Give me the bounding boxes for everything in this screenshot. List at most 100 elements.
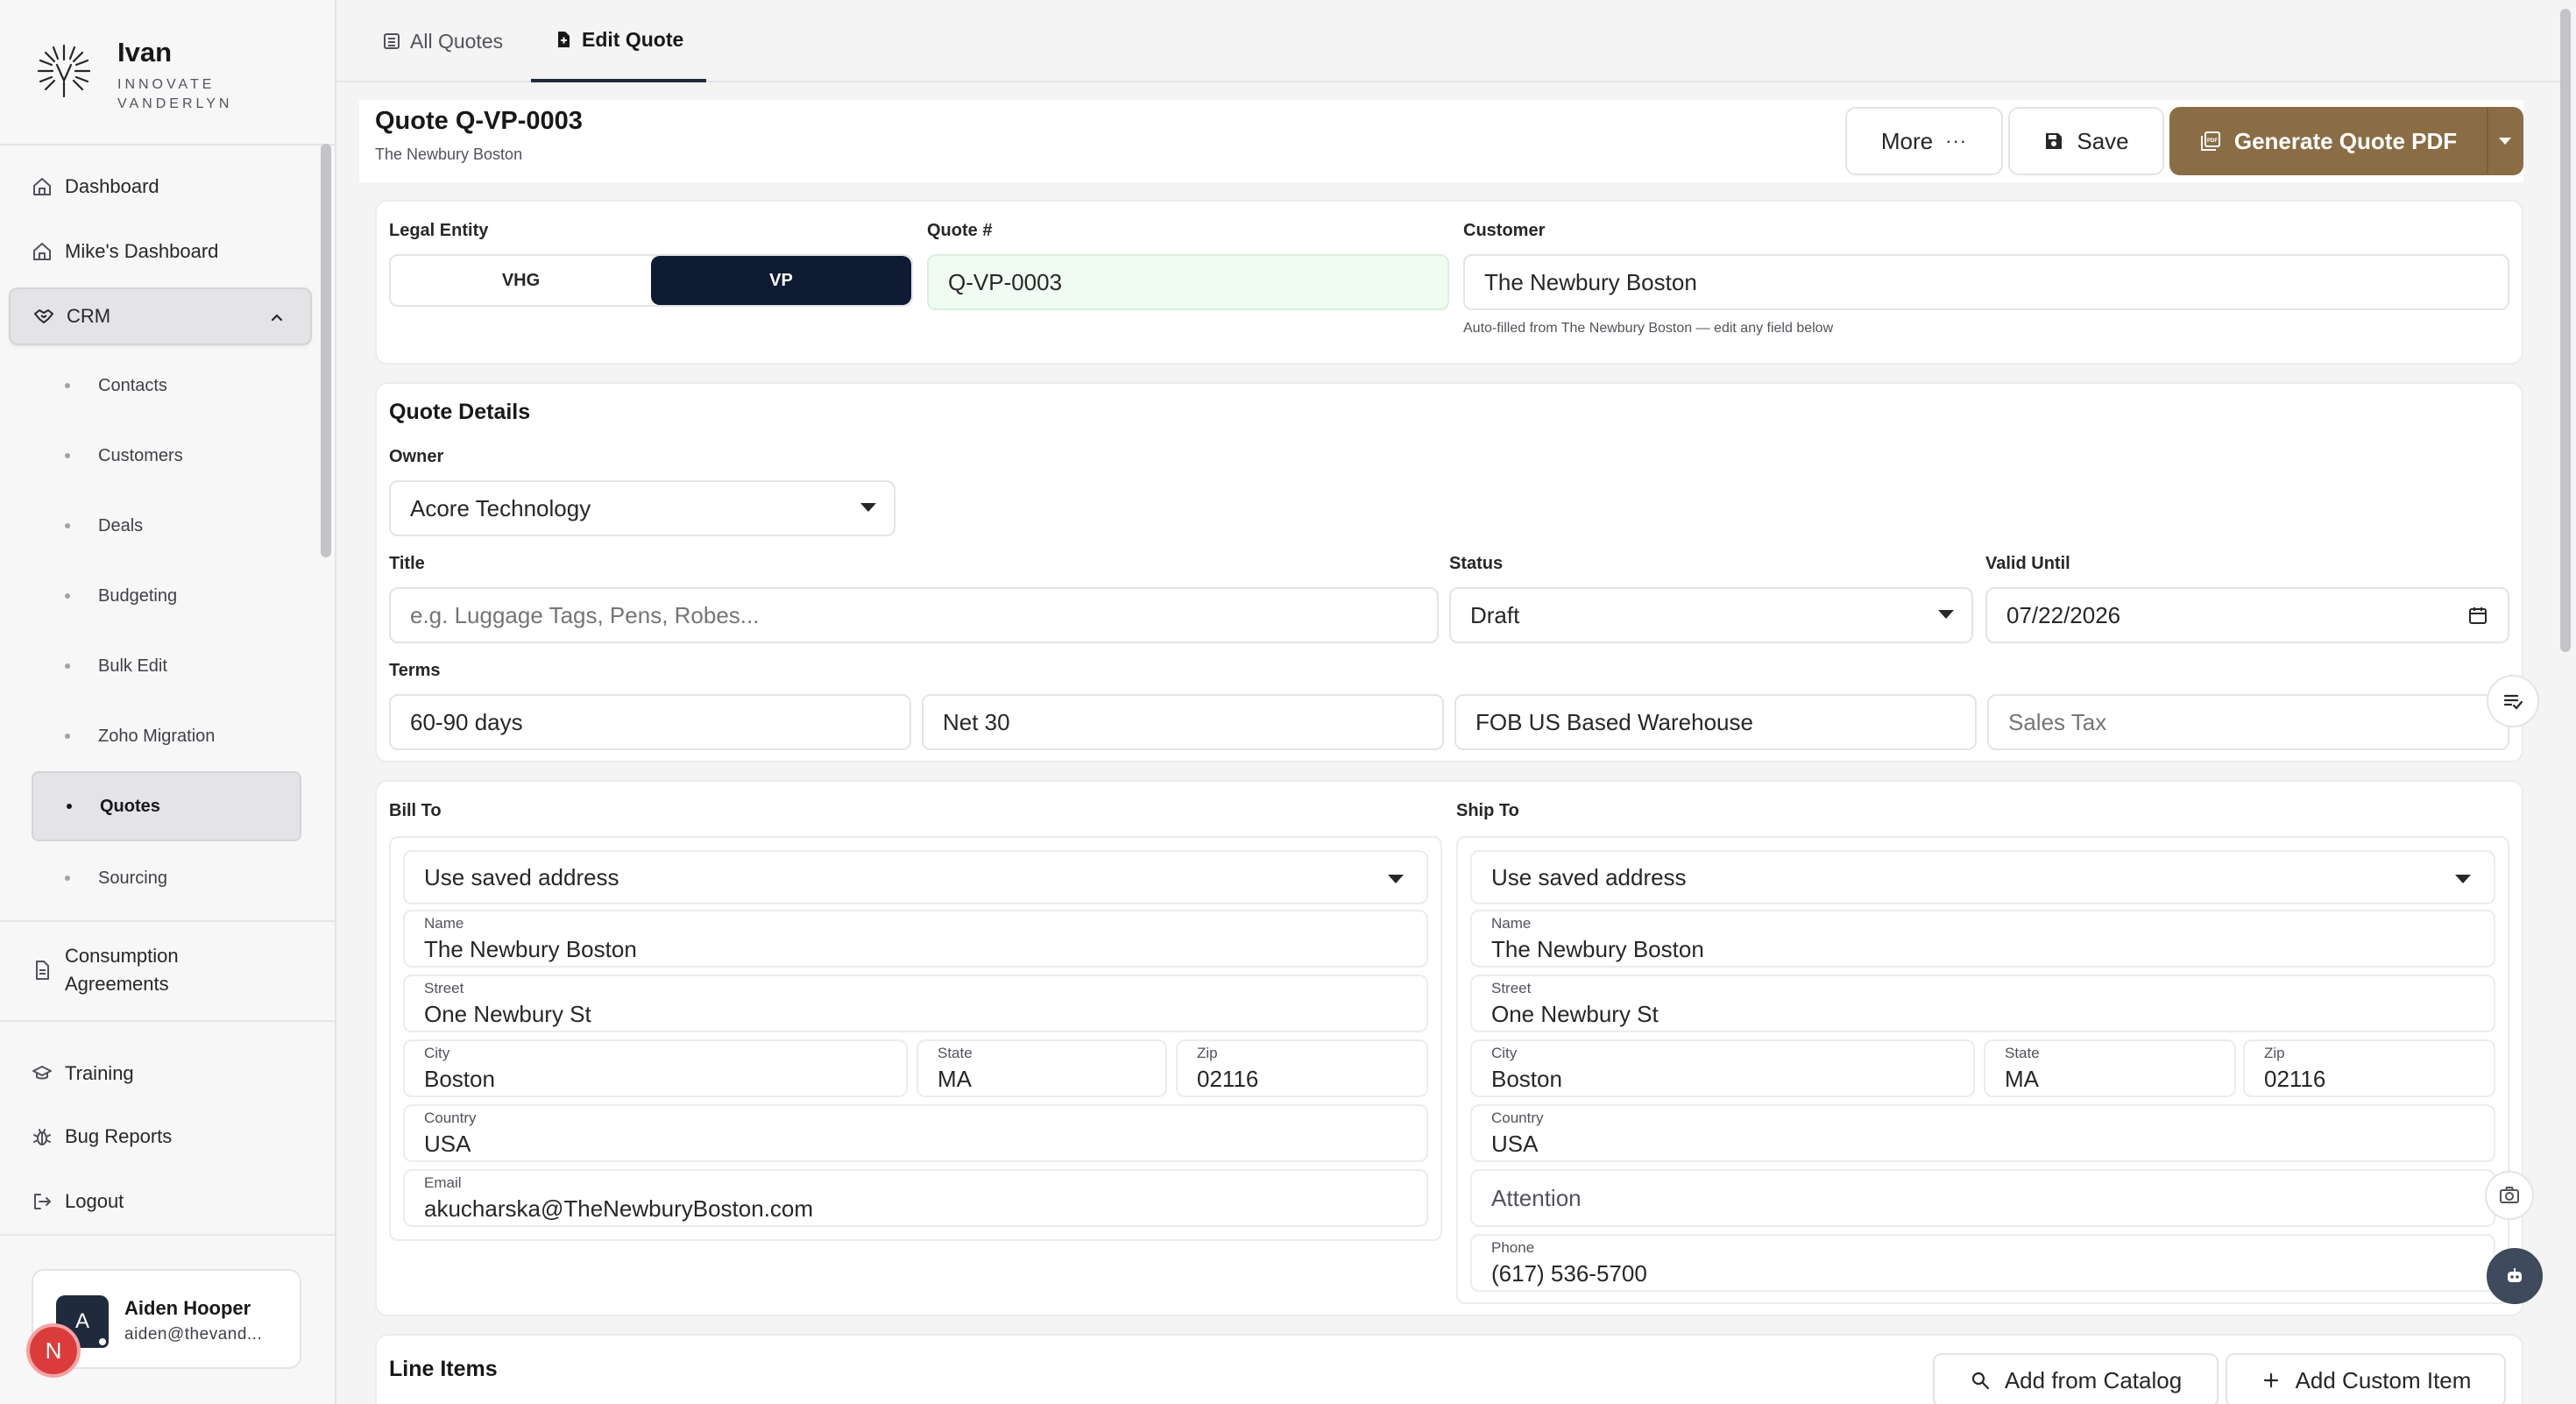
ship-to-name-field[interactable]: Name The Newbury Boston	[1470, 910, 2495, 968]
page-title: Quote Q-VP-0003	[375, 107, 583, 135]
list-icon	[384, 33, 400, 49]
more-button-label: More	[1880, 127, 1934, 154]
online-status-indicator	[96, 1336, 109, 1348]
bill-to-saved-address-select[interactable]: Use saved address	[403, 850, 1428, 904]
bill-to-state-field[interactable]: State MA	[916, 1039, 1167, 1097]
status-label: Status	[1449, 554, 1504, 573]
checklist-icon[interactable]	[2487, 675, 2539, 727]
ship-to-attention-field[interactable]: Attention	[1470, 1169, 2495, 1227]
sidebar-item-logout[interactable]: Logout	[9, 1173, 312, 1230]
sidebar-item-label: Consumption Agreements	[65, 942, 179, 998]
sidebar-subitem-bulk-edit[interactable]: Bulk Edit	[32, 631, 301, 701]
ship-to-country-field[interactable]: Country USA	[1470, 1104, 2495, 1162]
valid-until-date[interactable]: 07/22/2026	[1985, 587, 2509, 643]
ship-to-zip-field[interactable]: Zip 02116	[2243, 1039, 2495, 1097]
customer-field[interactable]: The Newbury Boston	[1463, 254, 2509, 310]
add-from-catalog-label: Add from Catalog	[2004, 1366, 2183, 1393]
sidebar-subitem-deals[interactable]: Deals	[32, 491, 301, 561]
field-label: Phone	[1491, 1239, 1535, 1256]
ellipsis-icon: ···	[1945, 130, 1968, 152]
brand-tagline-line1: INNOVATE	[117, 77, 216, 92]
caret-down-icon	[1388, 875, 1404, 883]
title-input[interactable]	[389, 587, 1439, 643]
brand-logo	[37, 44, 91, 98]
bullet-icon	[65, 734, 70, 739]
legal-entity-option-vp[interactable]: VP	[651, 256, 911, 305]
camera-icon[interactable]	[2485, 1171, 2534, 1220]
tab-edit-quote[interactable]: Edit Quote	[531, 0, 707, 82]
user-email: aiden@thevand...	[124, 1325, 263, 1344]
ship-to-saved-address-select[interactable]: Use saved address	[1470, 850, 2495, 904]
field-value: The Newbury Boston	[1491, 936, 1704, 962]
graduation-cap-icon	[9, 1063, 53, 1084]
sidebar-item-label: Logout	[65, 1190, 124, 1212]
sidebar-item-training[interactable]: Training	[9, 1045, 312, 1103]
ship-to-street-field[interactable]: Street One Newbury St	[1470, 975, 2495, 1032]
bill-to-country-field[interactable]: Country USA	[403, 1104, 1428, 1162]
bill-to-street-field[interactable]: Street One Newbury St	[403, 975, 1428, 1032]
field-label: Street	[1491, 980, 1532, 996]
field-label: Street	[424, 980, 464, 996]
main-scrollbar[interactable]	[2560, 9, 2571, 652]
legal-entity-option-vhg[interactable]: VHG	[391, 256, 651, 305]
logout-icon	[9, 1191, 53, 1212]
ship-to-phone-field[interactable]: Phone (617) 536-5700	[1470, 1234, 2495, 1292]
owner-value: Acore Technology	[410, 494, 591, 521]
terms-payment-field[interactable]: Net 30	[922, 694, 1444, 750]
sidebar-divider	[0, 1020, 336, 1022]
sidebar-item-crm[interactable]: CRM	[9, 287, 312, 345]
bullet-icon	[65, 663, 70, 669]
bullet-icon	[65, 876, 70, 881]
title-label: Title	[389, 554, 425, 573]
tab-all-quotes[interactable]: All Quotes	[382, 0, 503, 82]
brand-name: Ivan	[117, 37, 173, 67]
generate-options-dropdown[interactable]	[2487, 107, 2523, 175]
field-placeholder: Attention	[1491, 1185, 1582, 1211]
sidebar-subitem-label: Bulk Edit	[98, 656, 167, 676]
add-custom-item-button[interactable]: Add Custom Item	[2226, 1353, 2506, 1404]
field-label: Country	[1491, 1110, 1544, 1126]
owner-select[interactable]: Acore Technology	[389, 480, 895, 536]
sidebar-subitem-contacts[interactable]: Contacts	[32, 351, 301, 421]
save-button[interactable]: Save	[2008, 107, 2164, 175]
quote-details-title: Quote Details	[389, 400, 531, 424]
more-button[interactable]: More ···	[1845, 107, 2003, 175]
sidebar-subitem-zoho-migration[interactable]: Zoho Migration	[32, 701, 301, 771]
caret-down-icon	[2455, 875, 2471, 883]
sidebar-subitem-customers[interactable]: Customers	[32, 421, 301, 491]
sidebar-item-label: CRM	[67, 305, 111, 327]
sidebar-scrollbar[interactable]	[321, 144, 331, 557]
valid-until-label: Valid Until	[1985, 554, 2070, 573]
quote-header: Quote Q-VP-0003 The Newbury Boston More …	[359, 100, 2523, 182]
calendar-icon[interactable]	[2467, 605, 2488, 626]
field-value: akucharska@TheNewburyBoston.com	[424, 1195, 814, 1222]
bill-to-city-field[interactable]: City Boston	[403, 1039, 908, 1097]
sales-tax-input[interactable]	[1987, 694, 2509, 750]
bullet-icon	[65, 383, 70, 388]
bill-to-zip-field[interactable]: Zip 02116	[1176, 1039, 1428, 1097]
field-label: State	[2005, 1045, 2040, 1061]
quote-number-field[interactable]: Q-VP-0003	[927, 254, 1449, 310]
ship-to-city-field[interactable]: City Boston	[1470, 1039, 1975, 1097]
sidebar-subitem-sourcing[interactable]: Sourcing	[32, 843, 301, 913]
notification-badge[interactable]: N	[26, 1323, 81, 1378]
sidebar-subitem-quotes[interactable]: Quotes	[32, 771, 301, 841]
bill-to-name-field[interactable]: Name The Newbury Boston	[403, 910, 1428, 968]
bill-to-email-field[interactable]: Email akucharska@TheNewburyBoston.com	[403, 1169, 1428, 1227]
add-from-catalog-button[interactable]: Add from Catalog	[1933, 1353, 2219, 1404]
terms-shipping-field[interactable]: FOB US Based Warehouse	[1454, 694, 1977, 750]
sidebar-item-mikes-dashboard[interactable]: Mike's Dashboard	[9, 223, 312, 280]
sidebar-item-bug-reports[interactable]: Bug Reports	[9, 1108, 312, 1166]
home-icon	[9, 176, 53, 197]
sidebar-subitem-budgeting[interactable]: Budgeting	[32, 561, 301, 631]
bullet-icon	[67, 804, 72, 809]
terms-lead-time-field[interactable]: 60-90 days	[389, 694, 911, 750]
chevron-up-icon[interactable]	[268, 308, 286, 326]
assistant-bot-icon[interactable]	[2487, 1248, 2543, 1304]
status-select[interactable]: Draft	[1449, 587, 1973, 643]
sidebar-item-dashboard[interactable]: Dashboard	[9, 158, 312, 216]
sidebar-subitem-label: Customers	[98, 445, 183, 465]
generate-quote-pdf-button[interactable]: PDF Generate Quote PDF	[2169, 107, 2487, 175]
sidebar-item-consumption-agreements[interactable]: Consumption Agreements	[9, 932, 312, 1008]
ship-to-state-field[interactable]: State MA	[1984, 1039, 2236, 1097]
